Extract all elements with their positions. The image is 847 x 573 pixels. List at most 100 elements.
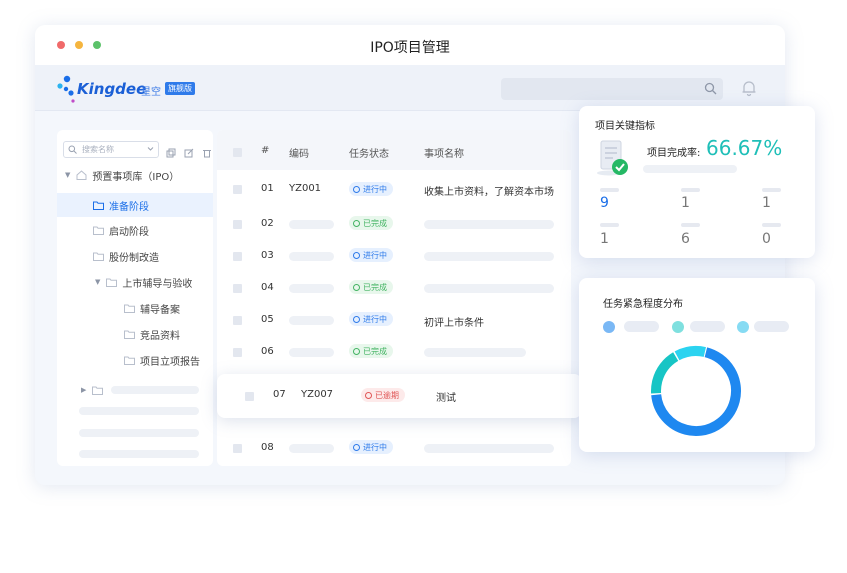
legend-dot (737, 321, 749, 333)
column-header-code: 编码 (289, 149, 309, 160)
status-badge: 已逾期 (361, 388, 405, 402)
status-label: 已逾期 (375, 390, 399, 400)
placeholder-bar (643, 165, 737, 173)
placeholder-bar (289, 220, 334, 229)
donut-slice-2 (651, 346, 741, 436)
status-dot-icon (353, 315, 360, 323)
edit-icon[interactable] (184, 148, 194, 158)
window-title: IPO项目管理 (370, 40, 450, 56)
tree-item-preparation[interactable]: 准备阶段 (57, 193, 213, 217)
status-badge: 进行中 (349, 312, 393, 326)
row-checkbox[interactable] (233, 220, 242, 229)
tree-item-startup[interactable]: 启动阶段 (93, 218, 149, 242)
status-label: 进行中 (363, 250, 387, 260)
placeholder-bar (681, 223, 700, 227)
check-circle-icon (353, 283, 360, 291)
row-checkbox[interactable] (233, 316, 242, 325)
folder-icon (124, 330, 135, 339)
folder-icon (124, 356, 135, 365)
folder-icon (93, 252, 104, 261)
row-index: 02 (261, 218, 274, 229)
folder-icon (92, 386, 104, 395)
completion-rate-label: 项目完成率: (647, 148, 701, 159)
status-label: 已完成 (363, 282, 387, 292)
row-index: 05 (261, 314, 274, 325)
placeholder-bar (111, 386, 199, 394)
tree-item-guidance-filing[interactable]: 辅导备案 (124, 296, 180, 320)
chevron-down-icon (147, 147, 154, 151)
clock-icon (365, 391, 372, 399)
tree-item-label: 预置事项库（IPO） (92, 171, 180, 183)
placeholder-bar (424, 284, 554, 293)
bell-icon[interactable] (740, 79, 758, 97)
search-icon (68, 145, 77, 154)
urgency-card: 任务紧急程度分布 (579, 278, 815, 452)
donut-slice-0 (651, 346, 741, 436)
status-badge: 进行中 (349, 440, 393, 454)
sidebar-search-input[interactable]: 搜索名称 (63, 141, 159, 158)
kpi-card: 项目关键指标 项目完成率: 66.67% 9 1 1 1 6 0 (579, 106, 815, 258)
placeholder-bar (762, 223, 781, 227)
status-dot-icon (353, 443, 360, 451)
tree-item-label: 上市辅导与验收 (122, 278, 193, 290)
row-checkbox[interactable] (233, 348, 242, 357)
placeholder-bar (600, 188, 619, 192)
row-checkbox[interactable] (233, 284, 242, 293)
row-name: 初评上市条件 (424, 318, 484, 329)
placeholder-bar (681, 188, 700, 192)
tree-item-ipo-library[interactable]: ▼ 预置事项库（IPO） (65, 163, 213, 187)
home-icon (76, 170, 87, 180)
tree-item-collapsed[interactable]: ▶ (81, 378, 108, 402)
placeholder-bar (424, 348, 526, 357)
row-index: 08 (261, 442, 274, 453)
check-circle-icon (353, 347, 360, 355)
placeholder-bar (762, 188, 781, 192)
placeholder-bar (79, 450, 199, 458)
placeholder-bar (289, 444, 334, 453)
row-name: 收集上市资料，了解资本市场 (424, 187, 554, 198)
folder-icon (93, 226, 104, 235)
delete-icon[interactable] (202, 148, 212, 158)
row-checkbox[interactable] (233, 252, 242, 261)
kingdee-logo-icon (57, 75, 75, 103)
urgency-donut-chart (651, 346, 741, 436)
placeholder-bar (79, 407, 199, 415)
folder-icon (93, 201, 104, 210)
tree-item-project-report[interactable]: 项目立项报告 (124, 348, 200, 372)
stat-value: 1 (681, 195, 690, 211)
row-index: 01 (261, 183, 274, 194)
row-checkbox[interactable] (245, 392, 254, 401)
caret-down-icon[interactable]: ▼ (95, 278, 100, 286)
placeholder-bar (289, 348, 334, 357)
row-checkbox[interactable] (233, 185, 242, 194)
status-badge: 进行中 (349, 248, 393, 262)
global-search-input[interactable] (501, 78, 723, 100)
caret-right-icon[interactable]: ▶ (81, 386, 86, 394)
legend-dot (672, 321, 684, 333)
tree-item-label: 准备阶段 (109, 201, 149, 213)
caret-down-icon[interactable]: ▼ (65, 171, 70, 179)
status-badge: 已完成 (349, 280, 393, 294)
window-titlebar: IPO项目管理 (35, 25, 785, 65)
copy-icon[interactable] (166, 148, 176, 158)
placeholder-bar (289, 284, 334, 293)
tree-item-competitor-materials[interactable]: 竞品资料 (124, 322, 180, 346)
status-label: 已完成 (363, 218, 387, 228)
placeholder-bar (690, 321, 725, 332)
edition-badge: 旗舰版 (165, 82, 195, 95)
table-row-highlighted[interactable]: 07 YZ007 已逾期 测试 (217, 374, 582, 418)
select-all-checkbox[interactable] (233, 148, 242, 157)
status-label: 进行中 (363, 442, 387, 452)
sidebar-toolbar (166, 143, 212, 162)
placeholder-bar (424, 444, 554, 453)
placeholder-bar (79, 429, 199, 437)
status-label: 已完成 (363, 346, 387, 356)
tree-item-shareholding-reform[interactable]: 股份制改造 (93, 244, 159, 268)
tree-item-listing-guidance[interactable]: ▼ 上市辅导与验收 (95, 270, 192, 294)
status-badge: 已完成 (349, 216, 393, 230)
brand-product: 星空 (141, 87, 161, 98)
placeholder-bar (600, 223, 619, 227)
row-checkbox[interactable] (233, 444, 242, 453)
stat-value: 1 (762, 195, 771, 211)
row-index: 04 (261, 282, 274, 293)
